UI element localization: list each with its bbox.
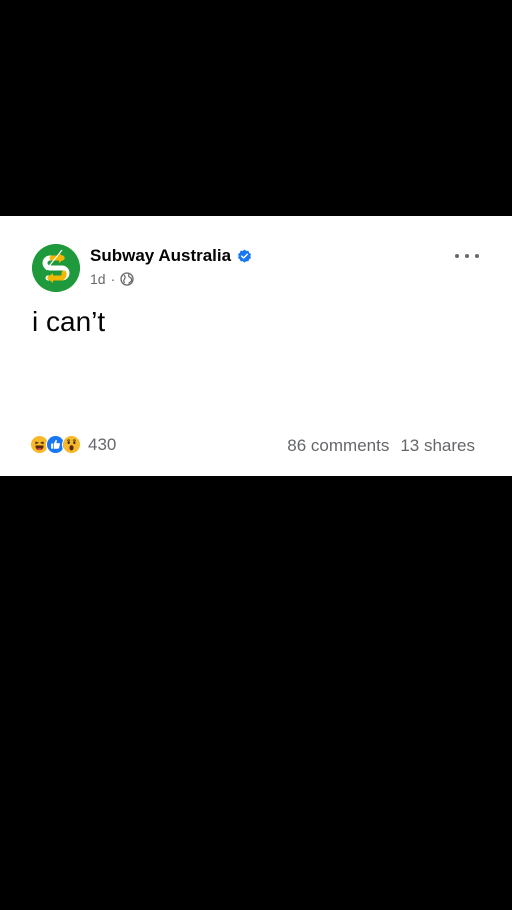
page-name-label[interactable]: Subway Australia [90, 246, 231, 266]
post-card: Subway Australia 1d · i can’t 430 86 com… [0, 216, 512, 476]
page-avatar[interactable] [32, 244, 80, 292]
page-name[interactable]: Subway Australia [90, 246, 252, 266]
post-meta: 1d · [90, 271, 134, 287]
engagement-summary: 86 comments 13 shares [287, 436, 475, 456]
reaction-count: 430 [88, 435, 117, 454]
comments-count[interactable]: 86 comments [287, 436, 389, 456]
globe-icon [120, 272, 134, 286]
wow-reaction-icon [62, 435, 82, 455]
verified-badge-icon [237, 249, 252, 264]
meta-separator: · [110, 271, 116, 287]
more-options-button[interactable] [455, 246, 479, 266]
post-time[interactable]: 1d [90, 271, 106, 287]
post-text: i can’t [32, 306, 106, 337]
more-options-icon [455, 254, 459, 258]
reaction-icons [30, 435, 82, 455]
subway-logo-icon [32, 244, 80, 292]
shares-count[interactable]: 13 shares [400, 436, 475, 456]
reactions-summary[interactable]: 430 [30, 435, 116, 455]
